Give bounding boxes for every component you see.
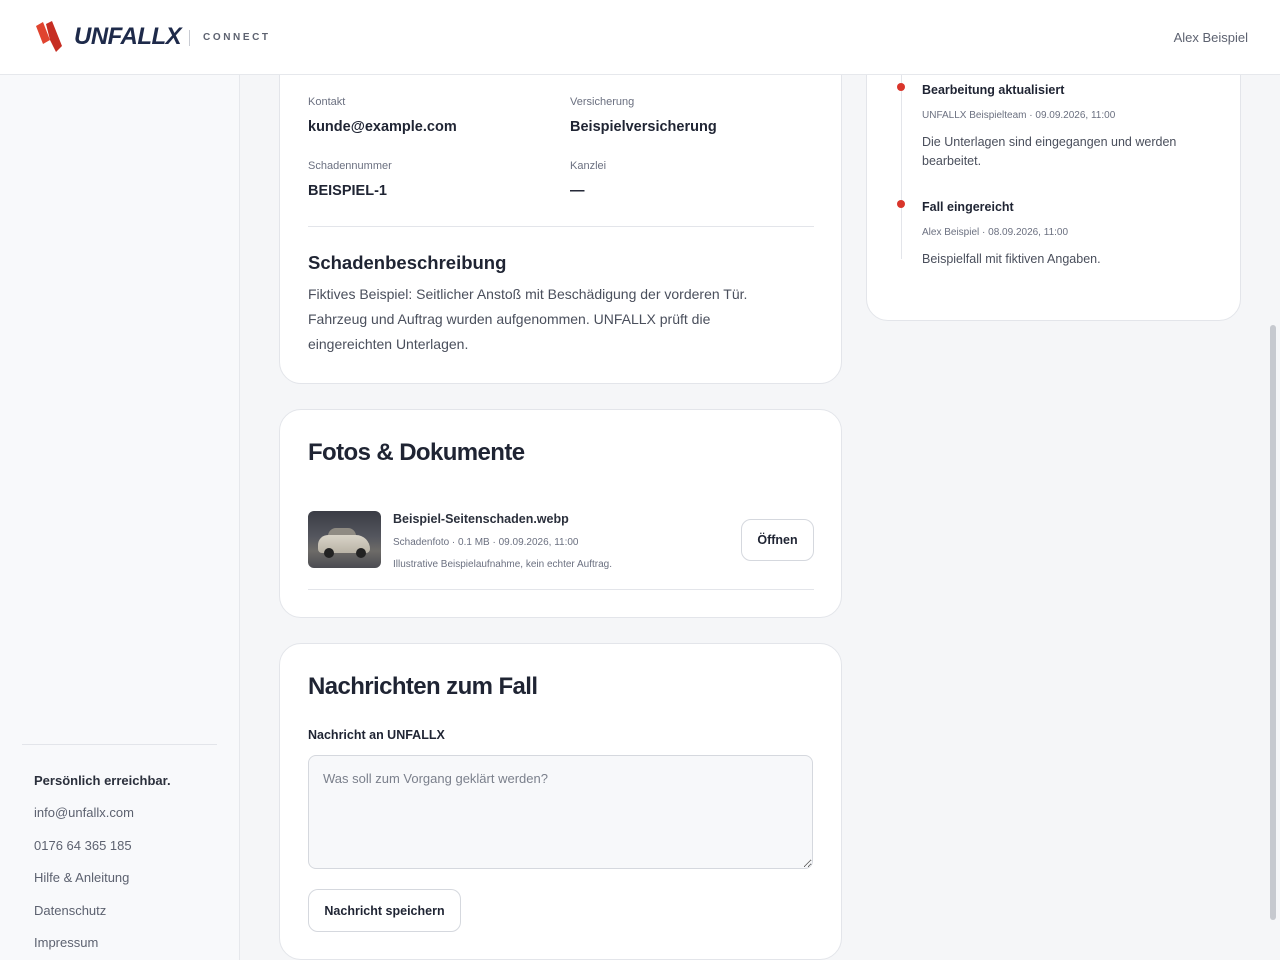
contact-label: Kontakt <box>308 96 346 108</box>
documents-card: Fotos & Dokumente Beispiel-Seitenschaden… <box>279 409 842 618</box>
documents-title: Fotos & Dokumente <box>308 439 525 466</box>
timeline-card: Bearbeitung aktualisiert UNFALLX Beispie… <box>866 40 1241 321</box>
brand-name: UNFALLX <box>74 23 182 50</box>
case-details-card: Kontakt kunde@example.com Versicherung B… <box>279 40 842 384</box>
messages-card: Nachrichten zum Fall Nachricht an UNFALL… <box>279 643 842 960</box>
description-line: eingereichten Unterlagen. <box>308 336 469 352</box>
open-document-button[interactable]: Öffnen <box>741 519 814 561</box>
message-input[interactable] <box>308 755 813 869</box>
details-divider <box>308 226 814 227</box>
sidebar-link-email[interactable]: info@unfallx.com <box>34 805 134 820</box>
timeline-entry-title: Bearbeitung aktualisiert <box>922 83 1065 97</box>
document-file-meta: Schadenfoto · 0.1 MB · 09.09.2026, 11:00 <box>393 537 579 548</box>
document-file-note: Illustrative Beispielaufnahme, kein echt… <box>393 559 613 570</box>
timeline-dot <box>897 200 905 208</box>
sidebar-link-imprint[interactable]: Impressum <box>34 935 98 950</box>
brand-subtitle: CONNECT <box>203 32 271 43</box>
document-file-name: Beispiel-Seitenschaden.webp <box>393 512 569 526</box>
description-title: Schadenbeschreibung <box>308 252 507 273</box>
brand-logo[interactable]: UNFALLX CONNECT <box>34 20 268 54</box>
sidebar: Persönlich erreichbar. info@unfallx.com … <box>0 75 240 960</box>
claim-number-value: BEISPIEL-1 <box>308 183 387 199</box>
law-firm-value: — <box>570 183 585 199</box>
contact-value: kunde@example.com <box>308 119 457 135</box>
user-menu[interactable]: Alex Beispiel <box>1174 30 1248 45</box>
sidebar-divider <box>22 744 217 745</box>
document-thumbnail[interactable] <box>308 511 381 568</box>
documents-divider <box>308 589 814 590</box>
message-field-label: Nachricht an UNFALLX <box>308 728 445 742</box>
messages-title: Nachrichten zum Fall <box>308 673 538 700</box>
sidebar-contact-title: Persönlich erreichbar. <box>34 773 171 788</box>
claim-number-label: Schadennummer <box>308 160 392 172</box>
sidebar-link-phone[interactable]: 0176 64 365 185 <box>34 838 132 853</box>
save-message-button[interactable]: Nachricht speichern <box>308 889 461 932</box>
description-line: Fahrzeug und Auftrag wurden aufgenommen.… <box>308 311 711 327</box>
insurance-value: Beispielversicherung <box>570 119 717 135</box>
timeline-entry-meta: Alex Beispiel · 08.09.2026, 11:00 <box>922 227 1069 238</box>
description-line: Fiktives Beispiel: Seitlicher Anstoß mit… <box>308 286 748 302</box>
top-bar: UNFALLX CONNECT Alex Beispiel <box>0 0 1280 75</box>
car-wheel <box>356 548 366 558</box>
timeline-dot <box>897 83 905 91</box>
timeline-entry-text: Die Unterlagen sind eingegangen und werd… <box>922 135 1177 168</box>
timeline-entry-text: Beispielfall mit fiktiven Angaben. <box>922 252 1101 266</box>
timeline-entry-title: Fall eingereicht <box>922 200 1014 214</box>
sidebar-link-privacy[interactable]: Datenschutz <box>34 903 106 918</box>
unfallx-logo-icon <box>36 21 62 52</box>
insurance-label: Versicherung <box>570 96 635 108</box>
timeline-entry-meta: UNFALLX Beispielteam · 09.09.2026, 11:00 <box>922 110 1116 121</box>
sidebar-link-help[interactable]: Hilfe & Anleitung <box>34 870 129 885</box>
car-wheel <box>324 548 334 558</box>
law-firm-label: Kanzlei <box>570 160 607 172</box>
brand-divider <box>189 30 190 46</box>
page-scrollbar[interactable] <box>1270 325 1276 920</box>
